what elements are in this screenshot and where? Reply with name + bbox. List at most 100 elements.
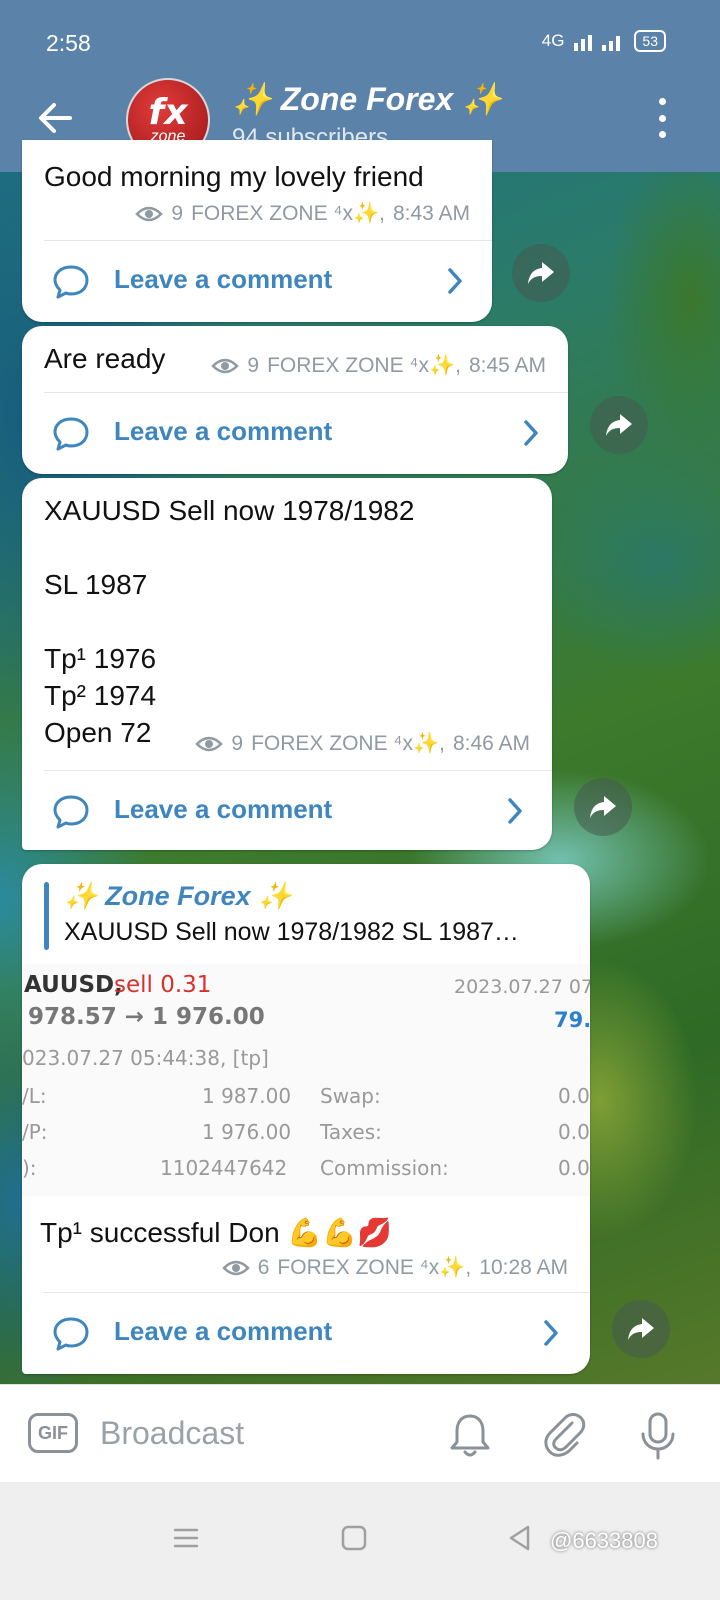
eye-icon: [195, 736, 224, 752]
message-bubble[interactable]: ✨ Zone Forex ✨ XAUUSD Sell now 1978/1982…: [22, 864, 590, 1374]
signal-icon: [574, 35, 621, 51]
leave-comment-button[interactable]: Leave a comment: [22, 242, 492, 318]
trade-row-label: /L:: [22, 1084, 47, 1108]
broadcast-input[interactable]: Broadcast: [100, 1415, 244, 1452]
trade-date: 2023.07.27 07:: [454, 976, 590, 998]
message-time: 8:43 AM: [392, 202, 470, 225]
share-arrow-icon: [628, 1318, 654, 1340]
trade-row-value: 1 987.00: [202, 1084, 292, 1108]
back-button[interactable]: [34, 96, 78, 140]
comment-icon: [53, 265, 89, 299]
message-text: Good morning my lovely friend: [44, 161, 424, 192]
composer-bar: GIF Broadcast: [0, 1384, 720, 1482]
chevron-right-icon: [448, 268, 462, 294]
message-meta: 9 FOREX ZONE ⁴x✨, 8:46 AM: [195, 732, 530, 756]
view-count: 9: [231, 732, 244, 755]
leave-comment-button[interactable]: Leave a comment: [22, 1294, 590, 1370]
reply-quote-text[interactable]: XAUUSD Sell now 1978/1982 SL 1987…: [64, 918, 519, 947]
trade-row-label: /P:: [22, 1120, 48, 1144]
author-signature: FOREX ZONE ⁴x✨,: [267, 354, 461, 377]
author-signature: FOREX ZONE ⁴x✨,: [251, 732, 445, 755]
message-bubble[interactable]: XAUUSD Sell now 1978/1982 SL 1987 Tp¹ 19…: [22, 478, 552, 850]
system-nav-bar: @6633808: [0, 1482, 720, 1600]
more-menu-button[interactable]: [650, 98, 674, 138]
trade-row-label2: Taxes:: [320, 1120, 382, 1144]
leave-comment-label: Leave a comment: [114, 794, 333, 824]
share-button[interactable]: [590, 396, 648, 454]
trade-prices: 978.57 → 1 976.00: [28, 1004, 265, 1030]
message-meta: 9 FOREX ZONE ⁴x✨, 8:43 AM: [135, 202, 470, 226]
message-text: Tp¹ successful Don 💪💪💋: [40, 1217, 393, 1248]
watermark: @6633808: [550, 1528, 658, 1553]
leave-comment-button[interactable]: Leave a comment: [22, 394, 568, 470]
status-icons: 4G 53: [542, 30, 666, 52]
view-count: 9: [247, 354, 260, 377]
reply-quote-bar: [44, 882, 49, 950]
trade-row-value: 1102447642: [160, 1156, 288, 1180]
view-count: 6: [257, 1256, 270, 1279]
share-arrow-icon: [606, 414, 632, 436]
trade-row-value2: 0.0: [558, 1120, 590, 1144]
view-count: 9: [171, 202, 184, 225]
channel-title[interactable]: ✨ Zone Forex ✨: [232, 80, 502, 118]
home-icon[interactable]: [340, 1524, 368, 1552]
trade-closed: 023.07.27 05:44:38, [tp]: [22, 1046, 269, 1070]
share-button[interactable]: [574, 778, 632, 836]
chevron-right-icon: [508, 798, 522, 824]
divider: [44, 392, 568, 393]
trade-action: sell 0.31: [114, 972, 212, 998]
message-text: Are ready: [44, 343, 166, 374]
share-button[interactable]: [612, 1300, 670, 1358]
message-time: 8:46 AM: [452, 732, 530, 755]
back-nav-icon[interactable]: [506, 1524, 534, 1552]
chevron-right-icon: [524, 420, 538, 446]
trade-symbol: AUUSD,: [24, 972, 123, 998]
eye-icon: [135, 206, 164, 222]
battery-icon: 53: [634, 30, 666, 52]
reply-quote-title[interactable]: ✨ Zone Forex ✨: [64, 880, 292, 912]
divider: [44, 770, 552, 771]
arrow-left-icon: [39, 103, 72, 133]
chevron-right-icon: [544, 1320, 558, 1346]
message-bubble[interactable]: Good morning my lovely friend 9 FOREX ZO…: [22, 140, 492, 322]
comment-icon: [53, 1317, 89, 1351]
trade-row-value: 1 976.00: [202, 1120, 292, 1144]
message-meta: 9 FOREX ZONE ⁴x✨, 8:45 AM: [211, 354, 546, 378]
eye-icon: [211, 358, 240, 374]
dot-icon: [658, 131, 666, 138]
trade-row-value2: 0.0: [558, 1084, 590, 1108]
message-meta: 6 FOREX ZONE ⁴x✨, 10:28 AM: [221, 1256, 568, 1280]
divider: [44, 1292, 590, 1293]
trade-row-label: ):: [22, 1156, 37, 1180]
message-bubble[interactable]: Are ready 9 FOREX ZONE ⁴x✨, 8:45 AM Leav…: [22, 326, 568, 474]
dot-icon: [658, 114, 666, 122]
message-time: 8:45 AM: [468, 354, 546, 377]
trade-row-value2: 0.0: [558, 1156, 590, 1180]
eye-icon: [221, 1260, 250, 1276]
trade-profit: 79.(: [554, 1008, 590, 1032]
leave-comment-label: Leave a comment: [114, 264, 333, 294]
leave-comment-label: Leave a comment: [114, 1316, 333, 1346]
share-arrow-icon: [590, 796, 616, 818]
trade-screenshot[interactable]: AUUSD, sell 0.31 2023.07.27 07: 978.57 →…: [22, 964, 590, 1196]
divider: [44, 240, 492, 241]
attach-icon[interactable]: [542, 1411, 586, 1459]
comment-icon: [53, 417, 89, 451]
dot-icon: [658, 98, 666, 105]
microphone-icon[interactable]: [638, 1411, 678, 1461]
comment-icon: [53, 795, 89, 829]
avatar-logo-text: fx: [148, 92, 188, 133]
message-text: XAUUSD Sell now 1978/1982 SL 1987 Tp¹ 19…: [44, 495, 415, 748]
leave-comment-label: Leave a comment: [114, 416, 333, 446]
gif-button[interactable]: GIF: [28, 1413, 78, 1453]
message-time: 10:28 AM: [479, 1256, 568, 1279]
trade-row-label2: Swap:: [320, 1084, 381, 1108]
share-arrow-icon: [528, 262, 554, 284]
network-label: 4G: [541, 31, 565, 50]
bell-icon[interactable]: [448, 1411, 492, 1459]
recent-apps-icon[interactable]: [172, 1524, 200, 1552]
author-signature: FOREX ZONE ⁴x✨,: [191, 202, 385, 225]
leave-comment-button[interactable]: Leave a comment: [22, 772, 552, 848]
status-time: 2:58: [46, 30, 91, 56]
share-button[interactable]: [512, 244, 570, 302]
